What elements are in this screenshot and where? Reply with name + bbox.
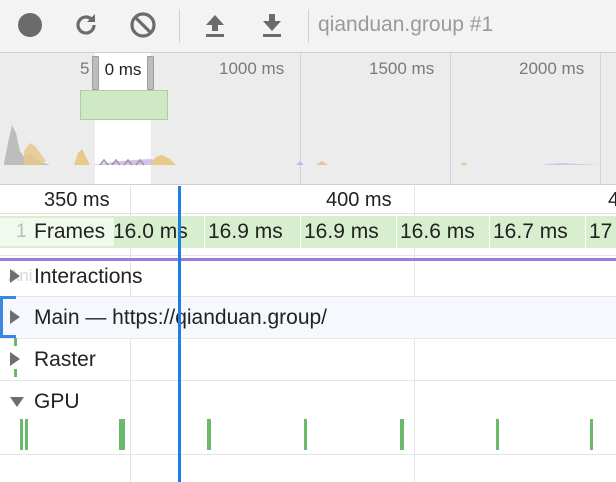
collapse-arrow-icon[interactable] [10,397,24,407]
ruler-tick: 4 [608,189,616,211]
time-cursor-line[interactable] [178,186,181,482]
upload-icon [206,15,224,37]
load-profile-button[interactable] [200,10,230,40]
raster-track-label: Raster [34,348,96,371]
record-button[interactable] [15,10,45,40]
clear-button[interactable] [128,10,158,40]
toolbar-separator [179,9,180,43]
gpu-task-bar[interactable] [20,419,23,450]
raster-activity-mark [14,369,17,377]
main-track-marker [0,296,3,338]
toolbar: qianduan.group #1 [0,0,616,53]
frame-block[interactable]: 16.7 ms [489,216,585,248]
timeline-overview[interactable]: 5 0 ms 1000 ms 1500 ms 2000 ms [0,53,616,185]
save-profile-button[interactable] [257,10,287,40]
ruler-tick: 400 ms [326,189,392,211]
interactions-track-label: Interactions [34,265,143,288]
gpu-task-bar[interactable] [304,419,307,450]
raster-track[interactable]: Raster [0,338,616,380]
toolbar-separator [308,9,309,43]
overview-tick: 1000 ms [219,59,285,78]
gpu-task-bar[interactable] [590,419,593,450]
frame-block[interactable]: 16.0 ms [110,216,204,248]
interactions-track[interactable]: Ani Interactions [0,255,616,297]
gpu-task-bar[interactable] [25,419,28,450]
frames-ghost-text: 1 [16,221,27,242]
recording-select[interactable]: qianduan.group #1 [318,13,493,37]
expand-arrow-icon[interactable] [10,269,20,283]
gpu-track-label: GPU [34,390,80,413]
overview-window-label: 0 ms [101,58,145,82]
main-thread-track[interactable]: Main — https://qianduan.group/ [0,296,616,338]
expand-arrow-icon[interactable] [10,310,20,324]
reload-button[interactable] [71,10,101,40]
time-ruler: 350 ms 400 ms 4 [0,186,616,214]
gpu-task-bar[interactable] [496,419,499,450]
gpu-track[interactable]: GPU [0,380,616,422]
overview-right-handle[interactable] [147,56,154,90]
frame-block[interactable]: 16.9 ms [204,216,300,248]
raster-activity-mark [14,338,17,346]
track-bottom-divider [0,454,616,455]
frame-block[interactable]: 17 [585,216,616,248]
expand-arrow-icon[interactable] [10,352,20,366]
record-icon [18,13,42,37]
frames-track[interactable]: 16.0 ms 16.9 ms 16.9 ms 16.6 ms 16.7 ms … [0,216,616,248]
timeline-main-view[interactable]: 350 ms 400 ms 4 16.0 ms 16.9 ms 16.9 ms … [0,186,616,482]
reload-icon [76,14,96,35]
clear-icon [130,12,156,38]
overview-tick: 2000 ms [519,59,585,78]
gpu-task-bar[interactable] [400,419,404,450]
overview-tick: 1500 ms [369,59,435,78]
ruler-tick: 350 ms [44,189,110,211]
frame-block[interactable]: 16.6 ms [396,216,489,248]
overview-left-handle[interactable] [92,56,99,90]
frames-track-label: Frames [34,220,106,243]
overview-activity-graph [4,125,600,166]
overview-tick: 5 [80,59,90,78]
frame-block[interactable]: 16.9 ms [300,216,396,248]
gpu-task-bar[interactable] [207,419,211,450]
download-icon [263,14,281,37]
gpu-task-bar[interactable] [119,419,125,450]
